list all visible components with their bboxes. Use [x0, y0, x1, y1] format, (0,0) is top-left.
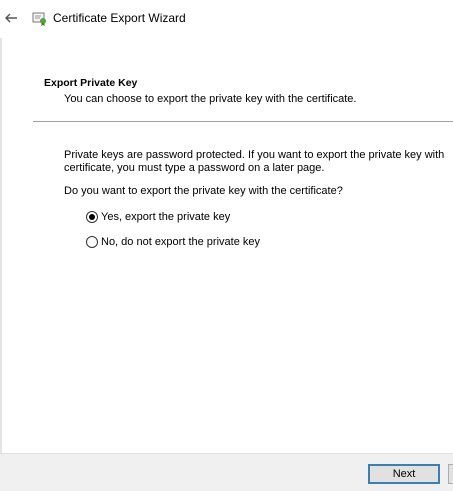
- next-button[interactable]: Next: [368, 464, 440, 484]
- export-key-no-option[interactable]: No, do not export the private key: [86, 234, 260, 250]
- certificate-icon: [32, 12, 46, 26]
- left-border: [0, 38, 2, 453]
- radio-no[interactable]: [86, 236, 98, 248]
- radio-yes[interactable]: [86, 211, 98, 223]
- explanation-line-2: certificate, you must type a password on…: [64, 162, 325, 174]
- explanation-text: Private keys are password protected. If …: [64, 149, 453, 175]
- back-arrow-icon[interactable]: [3, 10, 19, 26]
- page-heading: Export Private Key: [44, 77, 138, 89]
- window-title: Certificate Export Wizard: [53, 11, 186, 25]
- header-divider: [33, 121, 453, 122]
- export-question: Do you want to export the private key wi…: [64, 185, 343, 197]
- page-description: You can choose to export the private key…: [64, 93, 357, 105]
- radio-no-label[interactable]: No, do not export the private key: [101, 236, 260, 248]
- export-key-yes-option[interactable]: Yes, export the private key: [86, 209, 230, 225]
- explanation-line-1: Private keys are password protected. If …: [64, 149, 445, 161]
- cancel-button-partial[interactable]: [448, 464, 453, 484]
- title-bar: Certificate Export Wizard: [0, 0, 453, 38]
- wizard-footer: Next: [0, 453, 453, 491]
- radio-yes-label[interactable]: Yes, export the private key: [101, 211, 230, 223]
